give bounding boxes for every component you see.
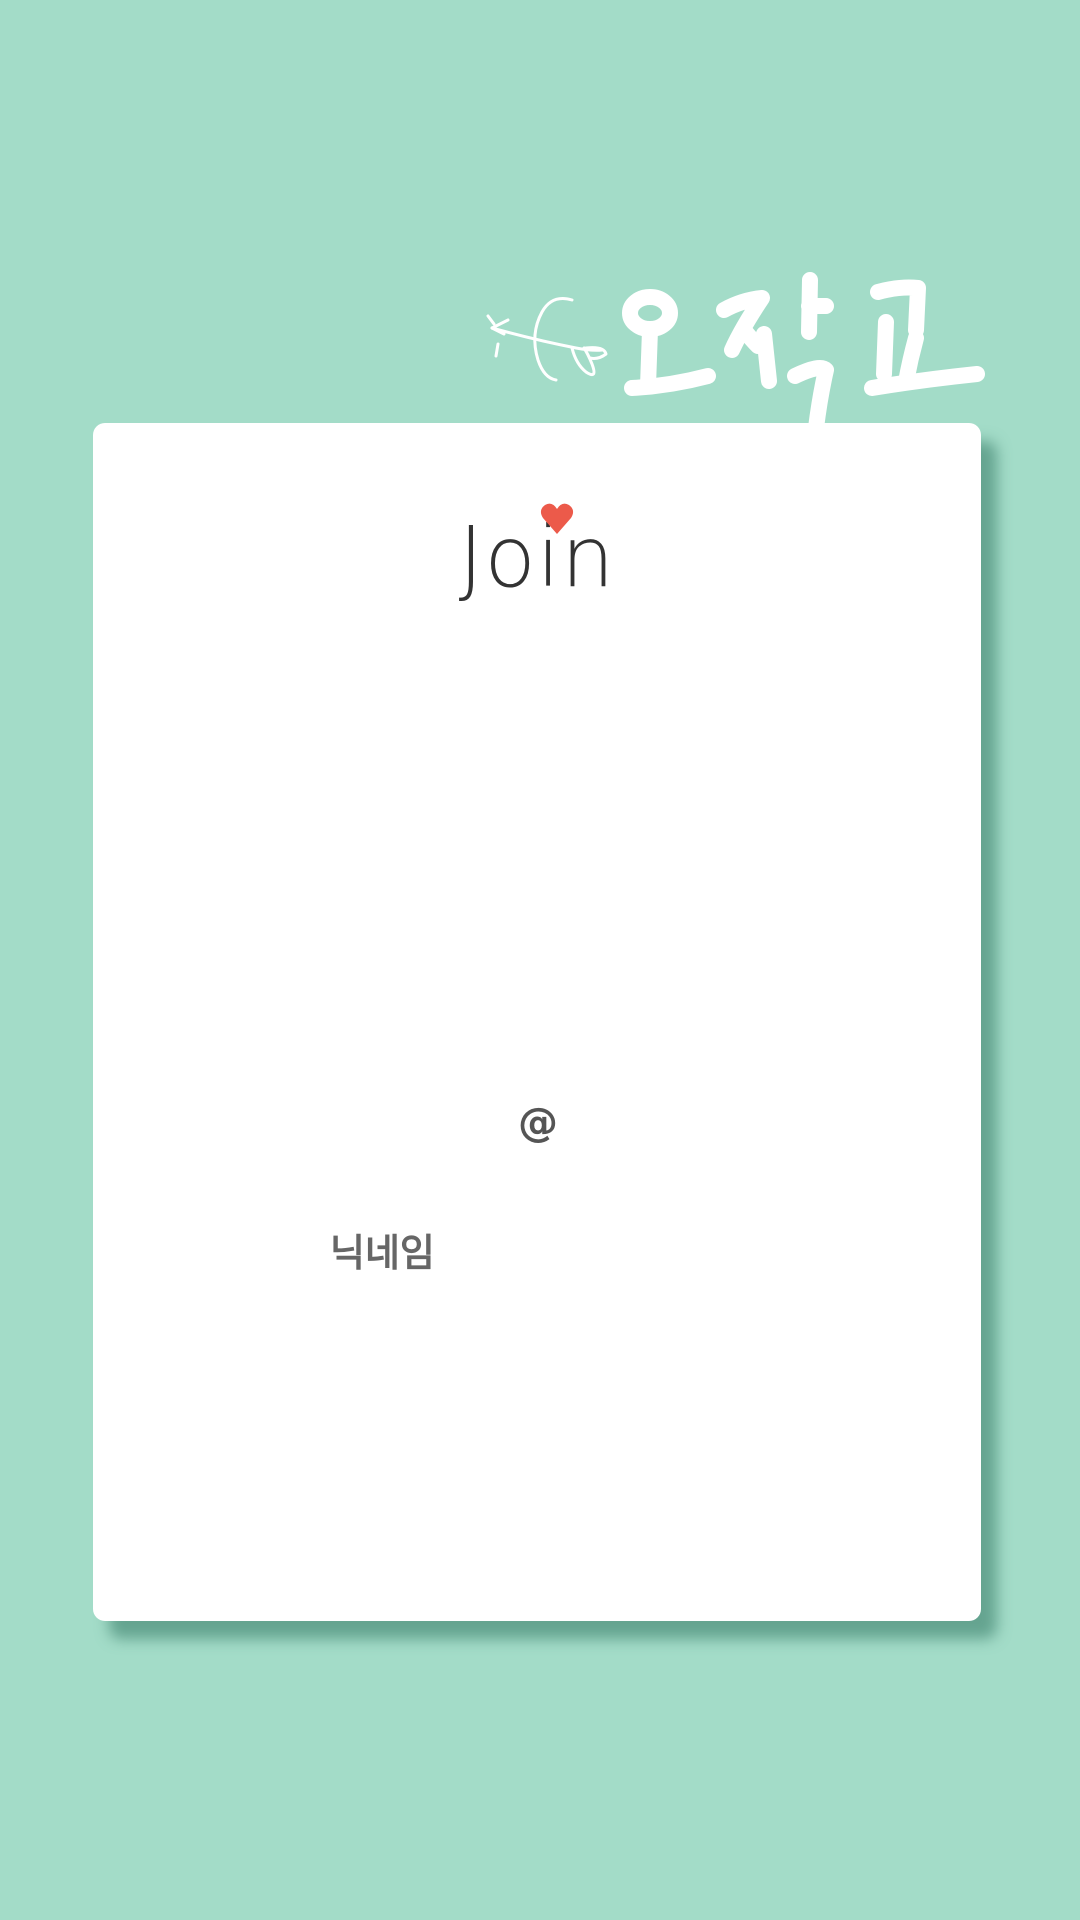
nickname-field[interactable]: 닉네임	[203, 1213, 873, 1293]
email-separator: @	[518, 1100, 558, 1146]
join-title-text: Join	[458, 508, 616, 606]
logo-lettering	[622, 272, 985, 436]
join-title: Join	[459, 503, 616, 599]
join-card: Join @ 닉네임	[93, 423, 981, 1621]
heart-icon	[540, 503, 574, 534]
join-title-area: Join	[93, 503, 981, 599]
email-field[interactable]: @	[203, 1083, 873, 1163]
app-logo	[486, 272, 985, 436]
arrow-icon	[486, 297, 608, 382]
nickname-label: 닉네임	[330, 1231, 435, 1275]
